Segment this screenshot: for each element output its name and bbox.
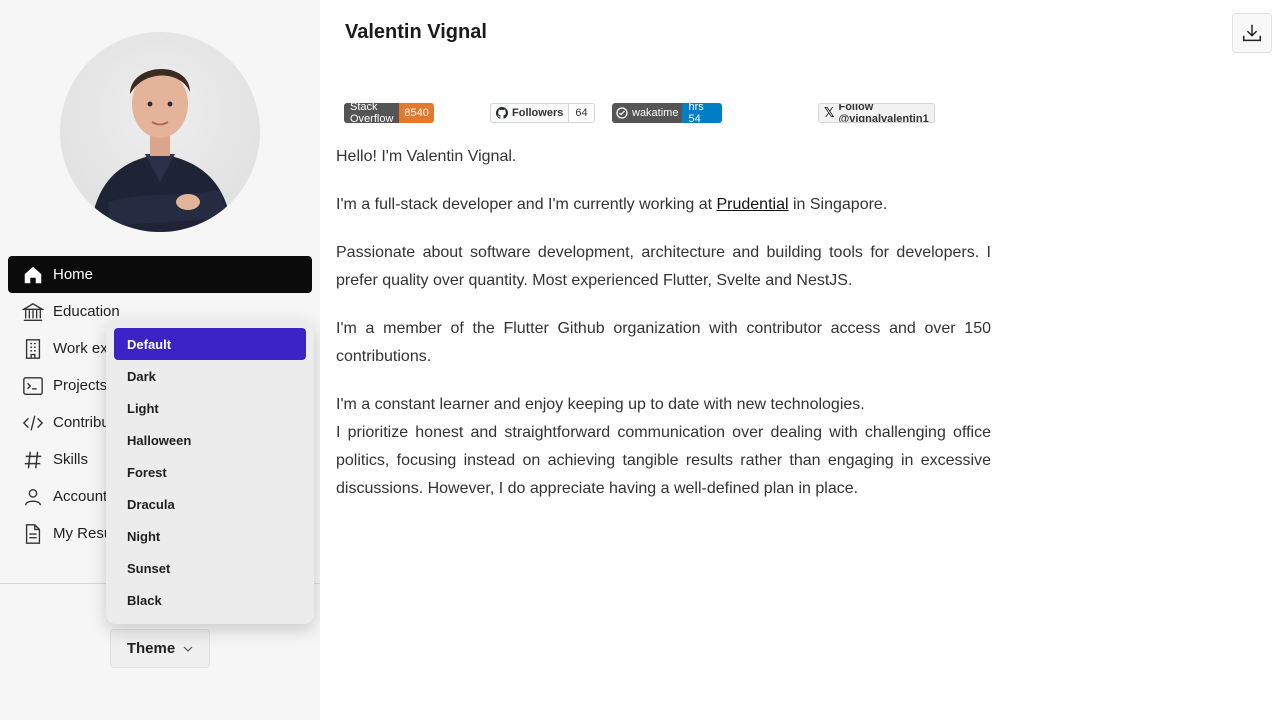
flutter-paragraph: I'm a member of the Flutter Github organ… (336, 320, 991, 365)
learner-paragraph: I'm a constant learner and enjoy keeping… (336, 396, 865, 413)
download-icon (1241, 22, 1263, 44)
sidebar-item-label: Account (53, 488, 108, 505)
theme-option-sunset[interactable]: Sunset (114, 552, 306, 584)
sidebar-item-label: Home (53, 266, 94, 283)
communication-paragraph: I prioritize honest and straightforward … (336, 424, 991, 497)
sidebar-item-label: Skills (53, 451, 89, 468)
github-badge-label: Followers (512, 107, 564, 119)
github-icon (496, 107, 512, 119)
x-logo-icon: 𝕏 (824, 105, 835, 120)
stackoverflow-badge-value: 8540 (399, 103, 434, 123)
theme-button[interactable]: Theme (110, 629, 210, 668)
theme-option-night[interactable]: Night (114, 520, 306, 552)
passion-paragraph: Passionate about software development, a… (336, 244, 991, 289)
about-text: Hello! I'm Valentin Vignal. I'm a full-s… (336, 143, 991, 523)
user-icon (22, 486, 44, 508)
code-icon (22, 412, 44, 434)
building-icon (22, 338, 44, 360)
prudential-link[interactable]: Prudential (716, 196, 788, 213)
download-resume-button[interactable] (1232, 13, 1272, 53)
profile-avatar (60, 32, 260, 232)
theme-option-default[interactable]: Default (114, 328, 306, 360)
sidebar-item-label: Education (53, 303, 120, 320)
theme-button-label: Theme (126, 640, 176, 657)
job-text-before: I'm a full-stack developer and I'm curre… (336, 196, 717, 213)
document-icon (22, 523, 44, 545)
theme-option-dark[interactable]: Dark (114, 360, 306, 392)
home-icon (22, 264, 44, 286)
sidebar-item-label: Projects (53, 377, 108, 394)
github-badge-value: 64 (569, 104, 594, 122)
sidebar-item-label: Contribu (53, 414, 110, 431)
wakatime-badge-value: 3,656 hrs 54 mins (682, 103, 722, 123)
job-paragraph: I'm a full-stack developer and I'm curre… (336, 191, 991, 219)
wakatime-badge-label: wakatime (632, 107, 679, 119)
hash-icon (22, 449, 44, 471)
intro-paragraph: Hello! I'm Valentin Vignal. (336, 148, 517, 165)
main-content: Valentin Vignal Stack Overflow 8540 Foll… (320, 0, 1280, 720)
theme-option-black[interactable]: Black (114, 584, 306, 616)
theme-option-forest[interactable]: Forest (114, 456, 306, 488)
twitter-badge-label: Follow @vignalvalentin1 (838, 103, 929, 123)
terminal-icon (22, 375, 44, 397)
sidebar-item-label: My Resu (53, 525, 113, 542)
chevron-down-icon (183, 644, 193, 654)
stackoverflow-badge-label: Stack Overflow (344, 103, 400, 123)
sidebar-item-home[interactable]: Home (8, 256, 312, 293)
bank-icon (22, 301, 44, 323)
github-followers-badge[interactable]: Followers 64 (490, 103, 595, 123)
sidebar-item-label: Work ex (53, 340, 108, 357)
theme-option-dracula[interactable]: Dracula (114, 488, 306, 520)
page-title: Valentin Vignal (345, 21, 487, 43)
stackoverflow-badge[interactable]: Stack Overflow 8540 (344, 103, 434, 123)
theme-dropdown-menu: Default Dark Light Halloween Forest Drac… (106, 320, 314, 624)
job-text-after: in Singapore. (788, 196, 888, 213)
theme-option-halloween[interactable]: Halloween (114, 424, 306, 456)
wakatime-icon (616, 107, 632, 119)
twitter-follow-badge[interactable]: 𝕏 Follow @vignalvalentin1 (818, 103, 935, 123)
theme-option-light[interactable]: Light (114, 392, 306, 424)
wakatime-badge[interactable]: wakatime 3,656 hrs 54 mins (612, 103, 722, 123)
